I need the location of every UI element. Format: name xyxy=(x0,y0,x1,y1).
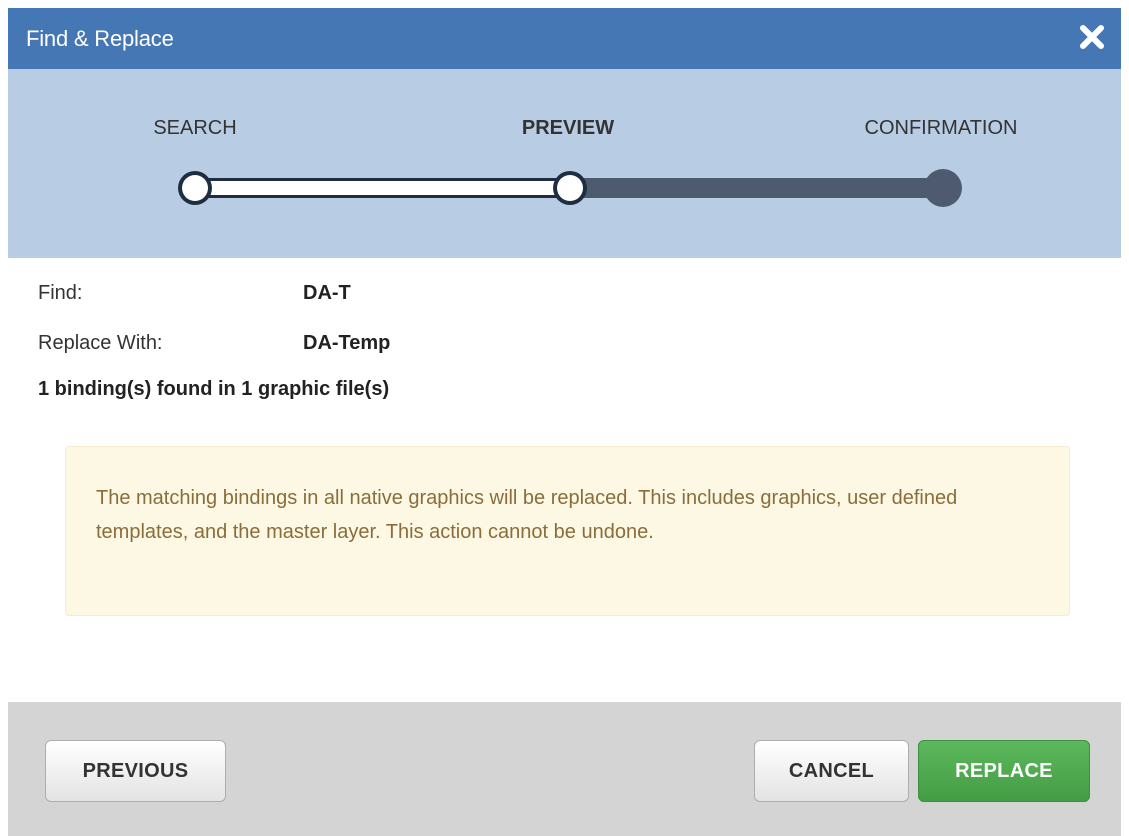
find-replace-dialog: Find & Replace SEARCH PREVIEW CONFIRMATI… xyxy=(0,0,1129,836)
replace-button[interactable]: REPLACE xyxy=(918,740,1090,802)
close-icon[interactable] xyxy=(1077,22,1107,52)
wizard-progress-track xyxy=(178,169,962,207)
track-pending-fill xyxy=(573,178,943,198)
dialog-title: Find & Replace xyxy=(26,26,174,51)
replace-value: DA-Temp xyxy=(303,332,391,354)
cancel-button[interactable]: CANCEL xyxy=(754,740,909,802)
warning-text: The matching bindings in all native grap… xyxy=(96,487,958,543)
previous-button[interactable]: PREVIOUS xyxy=(45,740,226,802)
wizard-steps: SEARCH PREVIEW CONFIRMATION xyxy=(8,69,1121,258)
dialog-title-bar: Find & Replace xyxy=(8,8,1121,69)
find-value: DA-T xyxy=(303,282,351,304)
warning-alert: The matching bindings in all native grap… xyxy=(65,446,1070,616)
step-label-confirmation: CONFIRMATION xyxy=(864,117,1018,139)
track-completed-fill xyxy=(195,181,573,195)
step-label-search: SEARCH xyxy=(153,117,237,139)
replace-label: Replace With: xyxy=(38,332,163,354)
dialog-footer: PREVIOUS CANCEL REPLACE xyxy=(8,702,1121,836)
find-label: Find: xyxy=(38,282,83,304)
step-node-confirmation xyxy=(924,169,962,207)
results-summary: 1 binding(s) found in 1 graphic file(s) xyxy=(38,378,390,400)
step-label-preview: PREVIEW xyxy=(521,117,615,139)
